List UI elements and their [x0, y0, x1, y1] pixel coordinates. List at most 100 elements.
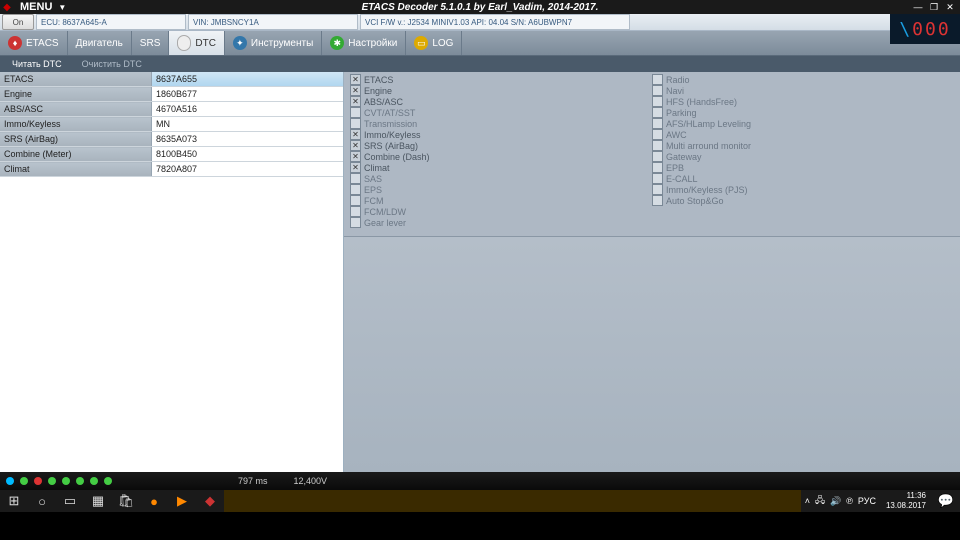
checkbox-icon: ✕	[350, 96, 361, 107]
table-row[interactable]: Engine1860B677	[0, 87, 343, 102]
tray-lang-sym[interactable]: ℗	[846, 496, 853, 506]
checkbox-label: Combine (Dash)	[364, 152, 430, 162]
table-row[interactable]: Climat7820A807	[0, 162, 343, 177]
app-task-icon[interactable]: ◆	[196, 490, 224, 512]
table-row[interactable]: Immo/KeylessMN	[0, 117, 343, 132]
system-tray[interactable]: ˄ 🖧 🔊 ℗ РУС	[801, 493, 880, 509]
module-checkbox[interactable]: FCM	[350, 195, 652, 206]
dtc-table: ETACS8637A655Engine1860B677ABS/ASC4670A5…	[0, 72, 343, 177]
module-checkbox[interactable]: EPB	[652, 162, 954, 173]
module-checkbox[interactable]: SAS	[350, 173, 652, 184]
module-checkbox[interactable]: CVT/AT/SST	[350, 107, 652, 118]
module-checkbox[interactable]: ✕ETACS	[350, 74, 652, 85]
checkbox-label: ABS/ASC	[364, 97, 403, 107]
tab-label: DTC	[195, 38, 216, 49]
checkbox-label: FCM/LDW	[364, 207, 406, 217]
table-row[interactable]: Combine (Meter)8100B450	[0, 147, 343, 162]
task-view-icon[interactable]: ▭	[56, 490, 84, 512]
module-checkbox[interactable]: FCM/LDW	[350, 206, 652, 217]
checkbox-label: ETACS	[364, 75, 393, 85]
checkbox-label: FCM	[364, 196, 384, 206]
module-checkbox[interactable]: AWC	[652, 129, 954, 140]
checkbox-label: Gear lever	[364, 218, 406, 228]
module-checkbox[interactable]: Gear lever	[350, 217, 652, 228]
module-checkbox[interactable]: EPS	[350, 184, 652, 195]
module-checkbox[interactable]: ✕Engine	[350, 85, 652, 96]
document-icon	[177, 35, 191, 51]
module-checkbox[interactable]: Transmission	[350, 118, 652, 129]
checkbox-label: Engine	[364, 86, 392, 96]
module-checkbox[interactable]: ✕Immo/Keyless	[350, 129, 652, 140]
module-checkbox[interactable]: AFS/HLamp Leveling	[652, 118, 954, 129]
menu-dropdown-icon[interactable]: ▼	[58, 3, 66, 12]
module-checkbox[interactable]: ✕Combine (Dash)	[350, 151, 652, 162]
media-icon[interactable]: ▶	[168, 490, 196, 512]
module-checkbox[interactable]: ✕SRS (AirBag)	[350, 140, 652, 151]
start-button[interactable]: ⊞	[0, 490, 28, 512]
tab-label: ETACS	[26, 38, 59, 49]
checkbox-label: EPB	[666, 163, 684, 173]
close-button[interactable]: ✕	[944, 2, 956, 13]
status-dot	[62, 477, 70, 485]
checkbox-icon	[652, 162, 663, 173]
status-dot	[48, 477, 56, 485]
subtab-read-dtc[interactable]: Читать DTC	[2, 57, 72, 71]
checkbox-label: Transmission	[364, 119, 417, 129]
search-icon[interactable]: ○	[28, 490, 56, 512]
minimize-button[interactable]: —	[912, 2, 924, 13]
module-checkbox[interactable]: E-CALL	[652, 173, 954, 184]
module-checkbox[interactable]: Parking	[652, 107, 954, 118]
tab-etacs[interactable]: ♦ETACS	[0, 31, 68, 55]
main-area: ETACS8637A655Engine1860B677ABS/ASC4670A5…	[0, 72, 960, 472]
checkbox-icon	[350, 173, 361, 184]
module-checkbox[interactable]: Multi arround monitor	[652, 140, 954, 151]
module-checkbox[interactable]: ✕ABS/ASC	[350, 96, 652, 107]
tray-volume-icon[interactable]: 🔊	[830, 496, 841, 507]
tab-tools[interactable]: ✦Инструменты	[225, 31, 322, 55]
tray-language[interactable]: РУС	[858, 496, 876, 506]
module-checkbox[interactable]: HFS (HandsFree)	[652, 96, 954, 107]
store-icon[interactable]: 🛍	[112, 490, 140, 512]
tab-engine[interactable]: Двигатель	[68, 31, 132, 55]
tab-srs[interactable]: SRS	[132, 31, 170, 55]
checkbox-label: Immo/Keyless	[364, 130, 421, 140]
checkbox-icon: ✕	[350, 85, 361, 96]
module-checkbox[interactable]: Auto Stop&Go	[652, 195, 954, 206]
tab-label: Настройки	[348, 38, 397, 49]
explorer-icon[interactable]: ▦	[84, 490, 112, 512]
checkbox-label: Climat	[364, 163, 390, 173]
windows-taskbar: ⊞ ○ ▭ ▦ 🛍 ● ▶ ◆ ˄ 🖧 🔊 ℗ РУС 11:36 13.08.…	[0, 490, 960, 512]
tab-settings[interactable]: ✱Настройки	[322, 31, 406, 55]
notification-icon[interactable]: 💬	[932, 490, 960, 512]
tray-network-icon[interactable]: 🖧	[815, 493, 825, 509]
maximize-button[interactable]: ❐	[928, 2, 940, 13]
module-checkbox[interactable]: Radio	[652, 74, 954, 85]
log-icon: ▭	[414, 36, 428, 50]
module-name: Climat	[0, 162, 152, 177]
subtab-clear-dtc[interactable]: Очистить DTC	[72, 57, 152, 71]
menu-button[interactable]: MENU	[14, 1, 58, 13]
module-checkbox[interactable]: Gateway	[652, 151, 954, 162]
table-row[interactable]: SRS (AirBag)8635A073	[0, 132, 343, 147]
clock-date: 13.08.2017	[886, 501, 926, 511]
module-checkbox[interactable]: Immo/Keyless (PJS)	[652, 184, 954, 195]
module-checkbox[interactable]: Navi	[652, 85, 954, 96]
checkbox-icon	[652, 85, 663, 96]
tray-chevron-icon[interactable]: ˄	[805, 496, 810, 506]
module-checkbox[interactable]: ✕Climat	[350, 162, 652, 173]
table-row[interactable]: ETACS8637A655	[0, 72, 343, 87]
checkbox-label: CVT/AT/SST	[364, 108, 415, 118]
checkbox-icon	[652, 74, 663, 85]
tab-log[interactable]: ▭LOG	[406, 31, 462, 55]
firefox-icon[interactable]: ●	[140, 490, 168, 512]
on-button[interactable]: On	[2, 14, 34, 30]
checkbox-icon	[652, 96, 663, 107]
table-row[interactable]: ABS/ASC4670A516	[0, 102, 343, 117]
module-value: MN	[152, 117, 344, 132]
checkbox-label: Auto Stop&Go	[666, 196, 724, 206]
tab-dtc[interactable]: DTC	[169, 31, 225, 55]
status-dot	[20, 477, 28, 485]
checkbox-icon	[652, 129, 663, 140]
module-value: 8637A655	[152, 72, 344, 87]
taskbar-clock[interactable]: 11:36 13.08.2017	[880, 491, 932, 511]
